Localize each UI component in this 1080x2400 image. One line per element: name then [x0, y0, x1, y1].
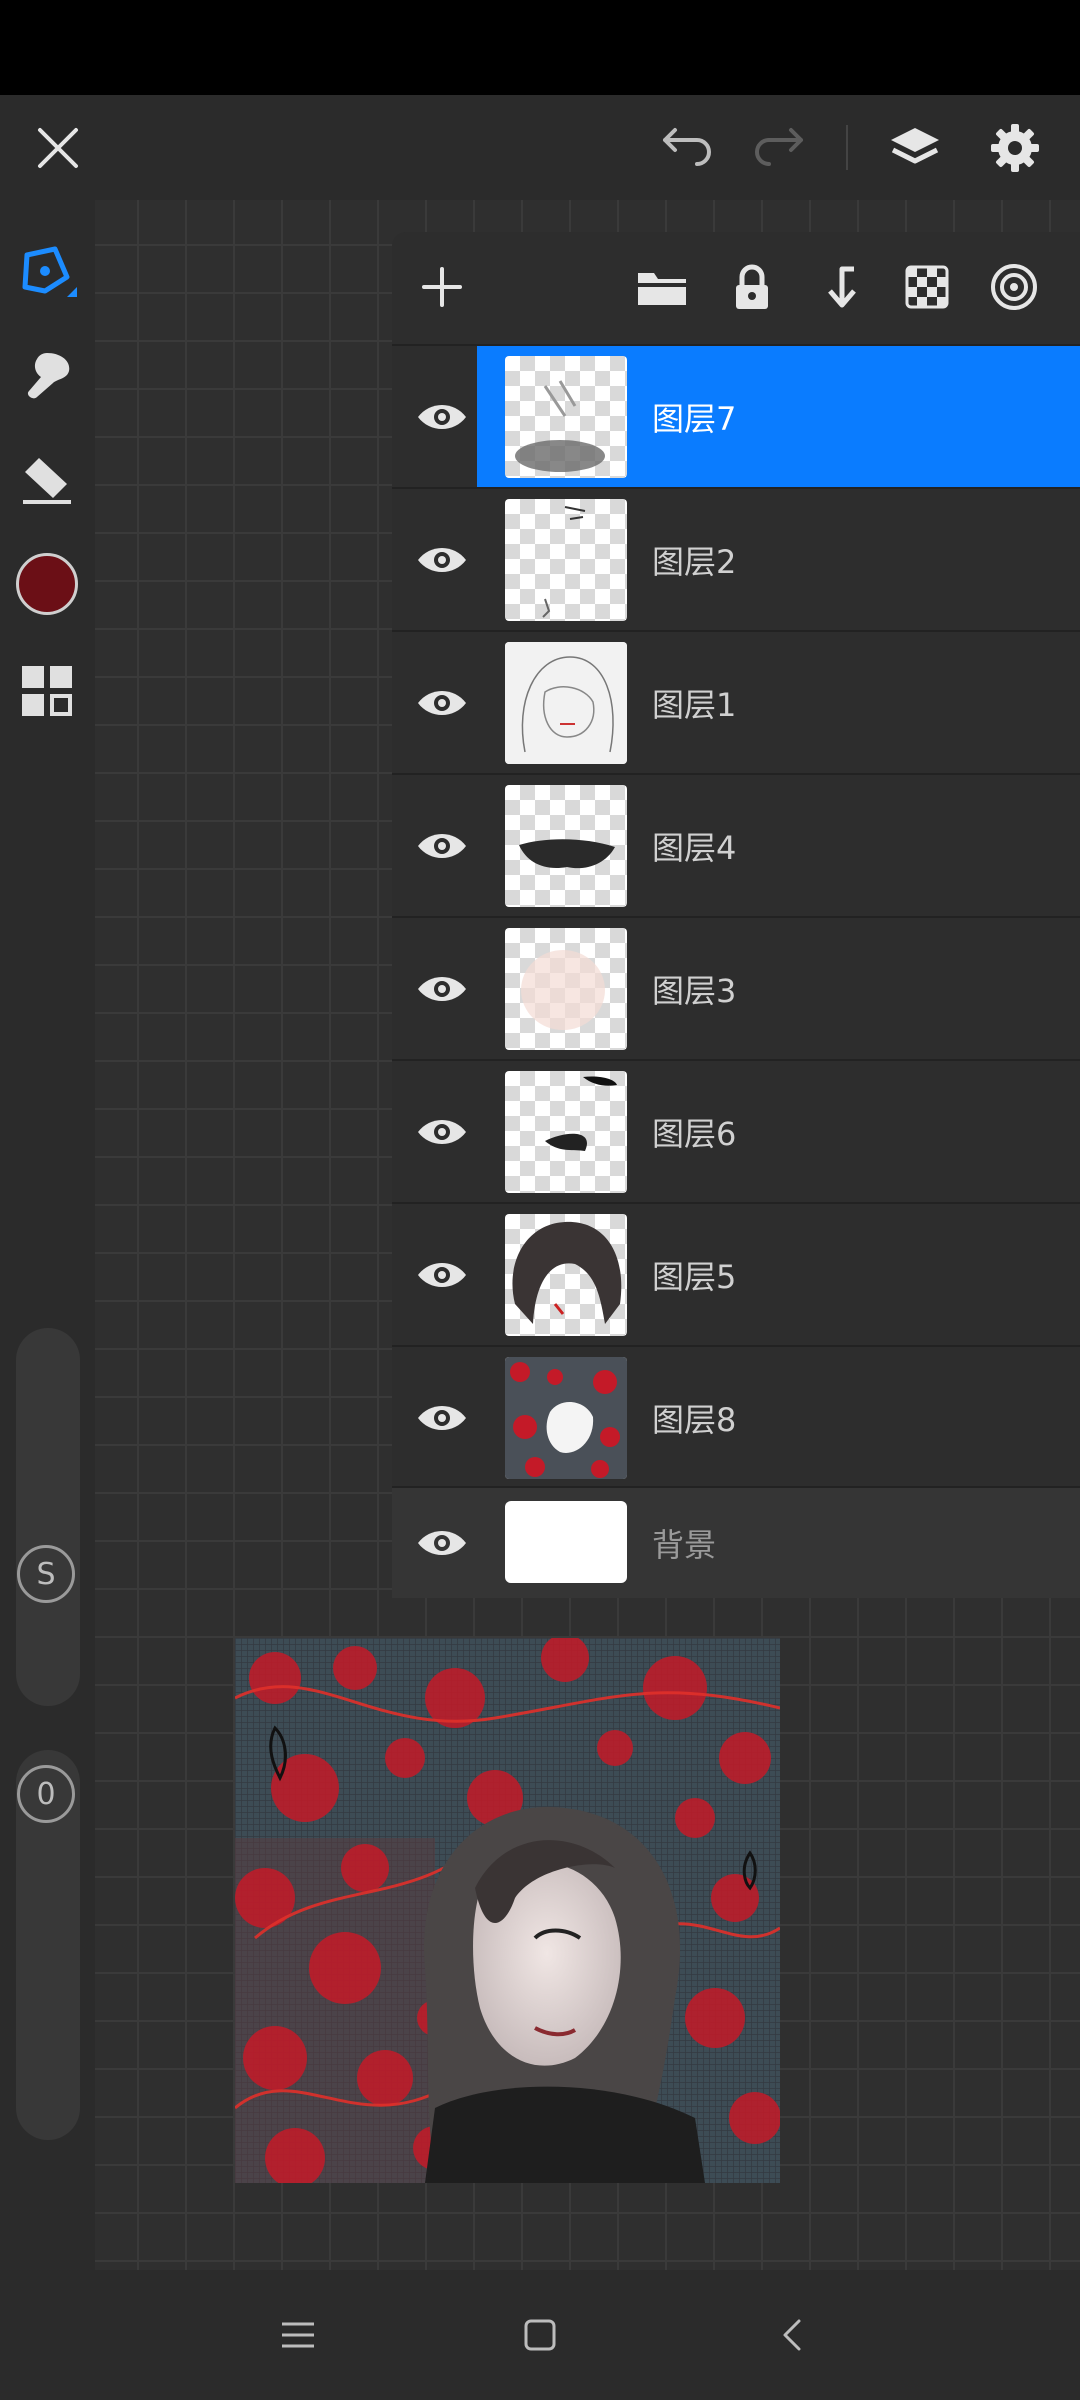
eye-icon[interactable]	[410, 397, 474, 437]
size-knob[interactable]: S	[17, 1545, 75, 1603]
layer-name: 图层7	[652, 400, 737, 438]
system-nav-bar	[0, 2270, 1080, 2400]
eye-icon[interactable]	[410, 969, 474, 1009]
brush-size-slider[interactable]	[16, 1328, 80, 1706]
opacity-label: 0	[36, 1776, 56, 1812]
eye-icon[interactable]	[410, 826, 474, 866]
lock-icon[interactable]	[722, 257, 782, 317]
layer-thumbnail	[505, 785, 627, 907]
layer-thumbnail	[505, 928, 627, 1050]
color-swatch[interactable]	[16, 553, 78, 615]
grid-icon[interactable]	[16, 660, 78, 722]
layer-row[interactable]: 图层8	[392, 1345, 1080, 1489]
eye-icon[interactable]	[410, 540, 474, 580]
back-icon[interactable]	[762, 2305, 822, 2365]
eye-icon[interactable]	[410, 1255, 474, 1295]
size-label: S	[36, 1556, 56, 1592]
undo-icon[interactable]	[655, 115, 721, 181]
layer-name: 图层8	[652, 1401, 737, 1439]
eye-icon[interactable]	[410, 1112, 474, 1152]
eraser-icon[interactable]	[12, 445, 82, 515]
layer-name: 背景	[652, 1526, 717, 1564]
artwork-canvas[interactable]	[235, 1638, 780, 2183]
top-toolbar	[0, 95, 1080, 200]
menu-icon[interactable]	[268, 2305, 328, 2365]
layers-panel: 图层7 图层2 图层1 图层4 图层3 图层6 图层5 图层8 背景	[392, 232, 1080, 1598]
layer-row[interactable]: 图层2	[392, 487, 1080, 631]
layer-name: 图层4	[652, 829, 737, 867]
eye-icon[interactable]	[410, 1523, 474, 1563]
layer-name: 图层1	[652, 686, 737, 724]
toolbar-divider	[846, 125, 848, 170]
merge-down-icon[interactable]	[810, 257, 870, 317]
eye-icon[interactable]	[410, 683, 474, 723]
gear-icon[interactable]	[980, 113, 1050, 183]
opacity-knob[interactable]: 0	[17, 1765, 75, 1823]
smudge-icon[interactable]	[12, 340, 82, 410]
home-icon[interactable]	[510, 2305, 570, 2365]
layer-name: 图层6	[652, 1115, 737, 1153]
layers-panel-toolbar	[392, 232, 1080, 344]
pen-icon[interactable]	[12, 238, 82, 308]
layer-name: 图层5	[652, 1258, 737, 1296]
layers-icon[interactable]	[880, 113, 950, 183]
background-layer-row[interactable]: 背景	[392, 1486, 1080, 1598]
left-toolbar: S 0	[0, 200, 95, 2270]
layer-thumbnail	[505, 499, 627, 621]
status-bar	[0, 0, 1080, 95]
layer-row[interactable]: 图层6	[392, 1059, 1080, 1203]
layer-thumbnail	[505, 356, 627, 478]
layer-thumbnail	[505, 1357, 627, 1479]
eye-icon[interactable]	[410, 1398, 474, 1438]
close-icon[interactable]	[25, 115, 91, 181]
layer-thumbnail	[505, 1071, 627, 1193]
folder-icon[interactable]	[632, 257, 692, 317]
layer-row[interactable]: 图层5	[392, 1202, 1080, 1346]
layer-thumbnail	[505, 1501, 627, 1583]
redo-icon[interactable]	[745, 115, 811, 181]
layer-row[interactable]: 图层7	[392, 344, 1080, 488]
layer-name: 图层2	[652, 543, 737, 581]
checker-icon[interactable]	[897, 257, 957, 317]
layer-row[interactable]: 图层4	[392, 773, 1080, 917]
layer-thumbnail	[505, 1214, 627, 1336]
add-icon[interactable]	[412, 257, 472, 317]
layer-name: 图层3	[652, 972, 737, 1010]
layer-thumbnail	[505, 642, 627, 764]
layer-row[interactable]: 图层3	[392, 916, 1080, 1060]
layer-row[interactable]: 图层1	[392, 630, 1080, 774]
target-icon[interactable]	[984, 257, 1044, 317]
